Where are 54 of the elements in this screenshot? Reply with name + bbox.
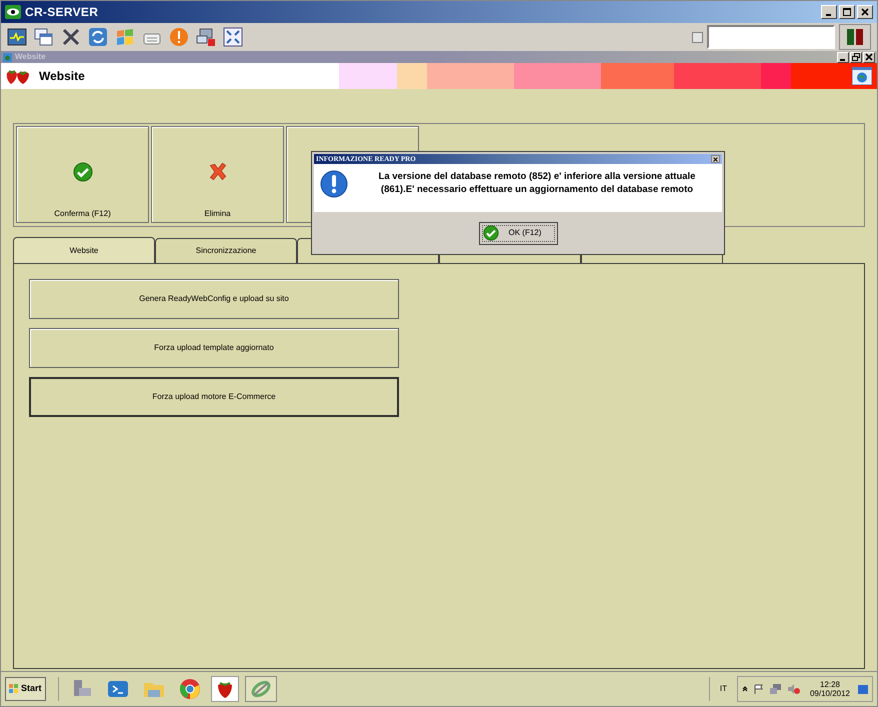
show-desktop-button[interactable] bbox=[858, 684, 868, 694]
checkbox[interactable] bbox=[692, 32, 703, 42]
chevron-up-icon[interactable] bbox=[742, 686, 748, 692]
dialog-message: La versione del database remoto (852) e' inferiore alla versione attuale (861).E' necessario effettuare un aggiornamento del database remoto bbox=[378, 170, 696, 196]
maximize-button[interactable] bbox=[839, 5, 855, 19]
toolbar-button[interactable]: Conferma (F12) bbox=[16, 126, 149, 223]
tab[interactable]: Sincronizzazione bbox=[155, 238, 297, 263]
browser-icon[interactable] bbox=[178, 678, 201, 700]
input-field[interactable] bbox=[707, 25, 835, 49]
maximize-icon bbox=[843, 8, 851, 16]
close-icon bbox=[713, 156, 718, 162]
language-indicator[interactable]: IT bbox=[716, 683, 731, 695]
restore-button[interactable] bbox=[850, 52, 862, 62]
eye-icon bbox=[5, 5, 21, 19]
warning-icon[interactable] bbox=[169, 27, 189, 47]
refresh-icon[interactable] bbox=[88, 27, 108, 47]
ok-button[interactable]: OK (F12) bbox=[478, 222, 558, 244]
window-title: CR-SERVER bbox=[25, 4, 98, 21]
info-icon bbox=[320, 170, 348, 198]
windows-logo-icon bbox=[9, 684, 19, 694]
tools-icon[interactable] bbox=[61, 27, 81, 47]
close-icon bbox=[865, 53, 873, 61]
close-icon bbox=[861, 8, 869, 16]
clock-date: 09/10/2012 bbox=[810, 689, 850, 698]
status-lights bbox=[839, 24, 871, 50]
header-title: Website bbox=[39, 68, 85, 85]
minimize-button[interactable] bbox=[837, 52, 849, 62]
toolbar-button[interactable]: Elimina bbox=[151, 126, 284, 223]
fullscreen-icon[interactable] bbox=[223, 27, 243, 47]
strawberry-icon bbox=[216, 679, 234, 699]
windows-icon[interactable] bbox=[34, 27, 54, 47]
close-button[interactable] bbox=[711, 155, 720, 163]
monitor-icon[interactable] bbox=[7, 27, 27, 47]
globe-icon bbox=[3, 52, 12, 62]
network-icon[interactable] bbox=[770, 684, 782, 694]
flag-icon[interactable] bbox=[754, 684, 764, 694]
action-button[interactable]: Forza upload template aggiornato bbox=[29, 328, 399, 368]
action-button[interactable]: Genera ReadyWebConfig e upload su sito bbox=[29, 279, 399, 319]
tab[interactable]: Website bbox=[13, 237, 155, 263]
minimize-button[interactable] bbox=[821, 5, 837, 19]
terminal-icon[interactable] bbox=[106, 678, 129, 700]
checkmark-icon bbox=[482, 225, 498, 241]
taskbar-app[interactable] bbox=[244, 676, 277, 702]
checkmark-icon bbox=[72, 162, 92, 182]
globe-icon[interactable] bbox=[852, 67, 872, 85]
restore-icon bbox=[852, 53, 860, 61]
taskbar-app[interactable] bbox=[210, 676, 239, 702]
start-button[interactable]: Start bbox=[5, 677, 46, 701]
computer-icon[interactable] bbox=[196, 27, 216, 47]
child-window-title: Website bbox=[15, 53, 46, 61]
speaker-muted-icon[interactable] bbox=[788, 684, 800, 694]
action-button[interactable]: Forza upload motore E-Commerce bbox=[29, 377, 399, 417]
clock-time: 12:28 bbox=[820, 680, 840, 689]
ring-icon bbox=[250, 679, 272, 699]
